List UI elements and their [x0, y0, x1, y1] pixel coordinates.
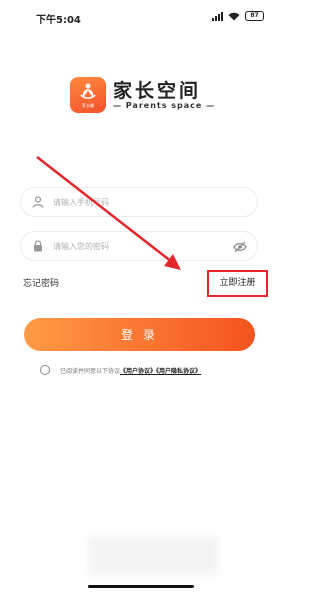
- agreement-text: 已阅读并同意以下协议《用户协议》《用户隐私协议》: [60, 366, 201, 375]
- status-bar: 下午5:04 87: [0, 0, 282, 34]
- forgot-password-link[interactable]: 忘记密码: [23, 276, 59, 289]
- privacy-agreement-link[interactable]: 《用户隐私协议》: [156, 368, 201, 375]
- app-title: 家长空间: [113, 80, 202, 102]
- logo-caption: 家长端: [82, 103, 94, 108]
- app-subtitle: — Parents space —: [113, 101, 216, 110]
- password-input[interactable]: [53, 237, 223, 256]
- signal-icon: [212, 11, 223, 21]
- eye-hidden-icon[interactable]: [233, 241, 247, 253]
- lock-icon: [34, 240, 42, 252]
- blurred-region: [88, 535, 218, 575]
- agreement-radio[interactable]: [40, 365, 50, 375]
- status-time: 下午5:04: [36, 15, 81, 26]
- password-field[interactable]: [20, 231, 258, 261]
- battery-icon: 87: [245, 11, 264, 21]
- user-agreement-link[interactable]: 《用户协议》: [120, 368, 156, 375]
- family-leaf-icon: [80, 83, 96, 99]
- register-link[interactable]: 立即注册: [207, 270, 268, 297]
- wifi-icon: [228, 12, 240, 20]
- home-indicator: [88, 585, 194, 588]
- agreement-prefix: 已阅读并同意以下协议: [60, 368, 121, 375]
- app-logo: 家长端: [70, 77, 106, 113]
- login-button[interactable]: 登 录: [24, 318, 255, 351]
- status-icons: 87: [212, 11, 264, 21]
- agreement-row: 已阅读并同意以下协议《用户协议》《用户隐私协议》: [40, 364, 260, 378]
- user-icon: [32, 196, 44, 208]
- phone-field[interactable]: [20, 187, 258, 217]
- phone-input[interactable]: [53, 193, 223, 212]
